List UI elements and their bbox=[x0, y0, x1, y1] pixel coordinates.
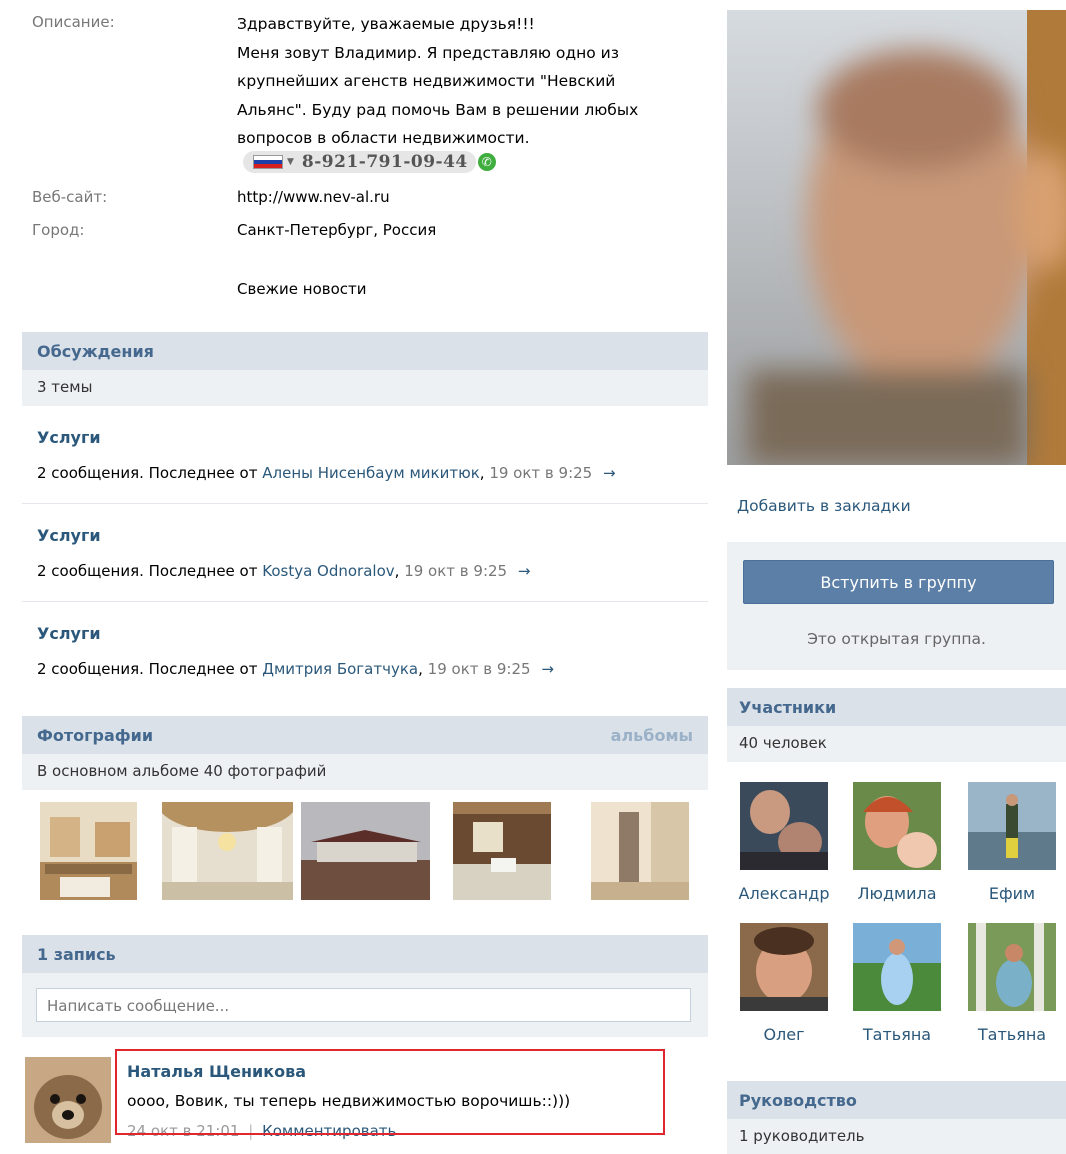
member-name-link[interactable]: Людмила bbox=[837, 884, 957, 903]
phone-call-icon[interactable]: ✆ bbox=[477, 153, 496, 171]
member-photo bbox=[968, 923, 1056, 1011]
member-name-link[interactable]: Татьяна bbox=[837, 1025, 957, 1044]
topic-title[interactable]: Услуги bbox=[37, 624, 101, 643]
topic-meta: 2 сообщения. Последнее от Kostya Odnoral… bbox=[37, 562, 530, 580]
member-photo bbox=[853, 923, 941, 1011]
city-value: Санкт-Петербург, Россия bbox=[237, 221, 437, 239]
arrow-right-icon[interactable]: → bbox=[541, 660, 554, 678]
description-line: вопросов в области недвижимости. bbox=[237, 129, 530, 147]
member-avatar[interactable] bbox=[968, 923, 1056, 1011]
russia-flag-icon bbox=[253, 155, 283, 169]
photo-living-room-image bbox=[453, 802, 551, 900]
topic-meta: 2 сообщения. Последнее от Дмитрия Богатч… bbox=[37, 660, 554, 678]
divider bbox=[22, 503, 708, 504]
wall-post-placeholder: Написать сообщение... bbox=[47, 997, 230, 1015]
photo-corridor-image bbox=[591, 802, 689, 900]
wall-post-input[interactable]: Написать сообщение... bbox=[36, 988, 691, 1022]
members-title[interactable]: Участники bbox=[739, 698, 836, 717]
open-group-note: Это открытая группа. bbox=[807, 630, 986, 648]
topic-meta: 2 сообщения. Последнее от Алены Нисенбау… bbox=[37, 464, 616, 482]
topic-meta-prefix: 2 сообщения. Последнее от bbox=[37, 660, 263, 678]
description-line: Здравствуйте, уважаемые друзья!!! bbox=[237, 15, 535, 33]
member-avatar[interactable] bbox=[853, 782, 941, 870]
website-link[interactable]: http://www.nev-al.ru bbox=[237, 188, 390, 206]
photos-summary-bar: В основном альбоме 40 фотографий bbox=[22, 754, 708, 790]
topic-last-author-link[interactable]: Дмитрия Богатчука bbox=[262, 660, 418, 678]
management-count: 1 руководитель bbox=[739, 1127, 865, 1145]
topic-meta-prefix: 2 сообщения. Последнее от bbox=[37, 562, 263, 580]
member-avatar[interactable] bbox=[740, 782, 828, 870]
photo-thumbnail[interactable] bbox=[40, 802, 137, 900]
member-avatar[interactable] bbox=[740, 923, 828, 1011]
member-name-link[interactable]: Олег bbox=[724, 1025, 844, 1044]
avatar[interactable] bbox=[25, 1057, 111, 1143]
member-avatar[interactable] bbox=[968, 782, 1056, 870]
discussions-count-bar: 3 темы bbox=[22, 370, 708, 406]
add-bookmark-link[interactable]: Добавить в закладки bbox=[737, 497, 911, 515]
comma: , bbox=[479, 464, 490, 482]
dog-avatar-image bbox=[25, 1057, 111, 1143]
member-photo bbox=[968, 782, 1056, 870]
member-name-link[interactable]: Татьяна bbox=[952, 1025, 1066, 1044]
city-label: Город: bbox=[32, 221, 85, 239]
photo-kitchen-image bbox=[40, 802, 137, 900]
photo-thumbnail[interactable] bbox=[591, 802, 689, 900]
divider bbox=[22, 601, 708, 602]
photo-thumbnail[interactable] bbox=[162, 802, 293, 900]
management-count-bar: 1 руководитель bbox=[727, 1119, 1066, 1154]
wall-title[interactable]: 1 запись bbox=[37, 945, 116, 964]
website-label: Веб-сайт: bbox=[32, 188, 108, 206]
phone-country-selector[interactable]: ▼ 8-921-791-09-44 bbox=[243, 151, 476, 173]
topic-date: 19 окт в 9:25 bbox=[427, 660, 531, 678]
discussions-header[interactable]: Обсуждения bbox=[22, 332, 708, 370]
topic-title[interactable]: Услуги bbox=[37, 526, 101, 545]
wall-header[interactable]: 1 запись bbox=[22, 935, 708, 973]
member-avatar[interactable] bbox=[853, 923, 941, 1011]
management-title[interactable]: Руководство bbox=[739, 1091, 857, 1110]
topic-meta-prefix: 2 сообщения. Последнее от bbox=[37, 464, 263, 482]
member-photo bbox=[853, 782, 941, 870]
topic-title[interactable]: Услуги bbox=[37, 428, 101, 447]
description-label: Описание: bbox=[32, 13, 115, 31]
description-line: крупнейших агенств недвижимости "Невский bbox=[237, 72, 616, 90]
photos-summary: В основном альбоме 40 фотографий bbox=[37, 762, 327, 780]
comma: , bbox=[394, 562, 405, 580]
member-name-link[interactable]: Ефим bbox=[952, 884, 1066, 903]
highlight-box bbox=[115, 1049, 665, 1135]
member-photo bbox=[740, 782, 828, 870]
group-avatar-blurred-photo bbox=[727, 10, 1066, 465]
arrow-right-icon[interactable]: → bbox=[603, 464, 616, 482]
topic-date: 19 окт в 9:25 bbox=[404, 562, 508, 580]
discussions-count: 3 темы bbox=[37, 378, 93, 396]
photos-header[interactable]: Фотографии альбомы bbox=[22, 716, 708, 754]
photo-hall-image bbox=[162, 802, 293, 900]
topic-date: 19 окт в 9:25 bbox=[489, 464, 593, 482]
description-line: Меня зовут Владимир. Я представляю одно … bbox=[237, 43, 619, 62]
members-count: 40 человек bbox=[739, 734, 827, 752]
members-header[interactable]: Участники bbox=[727, 688, 1066, 726]
discussions-title[interactable]: Обсуждения bbox=[37, 342, 154, 361]
dropdown-arrow-icon: ▼ bbox=[287, 157, 294, 167]
phone-number[interactable]: 8-921-791-09-44 bbox=[302, 152, 468, 172]
topic-last-author-link[interactable]: Алены Нисенбаум микитюк bbox=[262, 464, 480, 482]
photo-house-image bbox=[301, 802, 430, 900]
topic-last-author-link[interactable]: Kostya Odnoralov bbox=[262, 562, 394, 580]
member-photo bbox=[740, 923, 828, 1011]
albums-link[interactable]: альбомы bbox=[611, 726, 693, 745]
member-name-link[interactable]: Александр bbox=[724, 884, 844, 903]
description-line: Альянс". Буду рад помочь Вам в решении л… bbox=[237, 100, 639, 119]
members-count-bar: 40 человек bbox=[727, 726, 1066, 762]
arrow-right-icon[interactable]: → bbox=[518, 562, 531, 580]
join-group-button[interactable]: Вступить в группу bbox=[743, 560, 1054, 604]
management-header[interactable]: Руководство bbox=[727, 1081, 1066, 1119]
photo-thumbnail[interactable] bbox=[453, 802, 551, 900]
group-description: Здравствуйте, уважаемые друзья!!! Меня з… bbox=[237, 10, 677, 153]
comma: , bbox=[418, 660, 428, 678]
photo-thumbnail[interactable] bbox=[301, 802, 430, 900]
fresh-news-link[interactable]: Свежие новости bbox=[237, 280, 367, 298]
photos-title[interactable]: Фотографии bbox=[37, 726, 153, 745]
phone-widget[interactable]: ▼ 8-921-791-09-44 ✆ bbox=[243, 150, 496, 174]
group-avatar[interactable] bbox=[727, 10, 1066, 465]
